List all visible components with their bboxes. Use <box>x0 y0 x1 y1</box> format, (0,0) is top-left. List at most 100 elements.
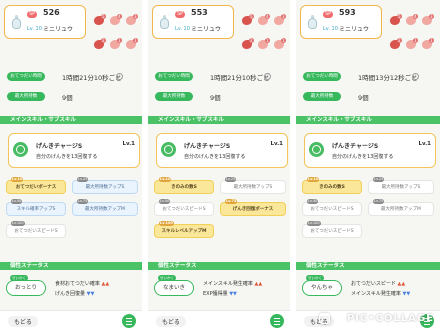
sub-skill-button[interactable]: Lv.10 おてつだいボーナス <box>6 177 66 194</box>
nature-name[interactable]: やんちゃ <box>302 280 342 296</box>
bottom-bar: もどる <box>0 310 142 330</box>
sub-skill-button[interactable]: Lv.50 おてつだいスピードS <box>302 199 362 216</box>
panel-2: SP 553 Lv. 10 ミニリュウ 5 4 3 2 1 1 おてつだい時間 … <box>148 0 290 330</box>
nature-down-line: EXP獲得量 ▼▼ <box>203 291 237 297</box>
ingredient-icon: 1 <box>272 38 286 52</box>
sub-skill-unlock-level: Lv.50 <box>307 199 319 204</box>
info-icon[interactable]: i <box>264 73 271 80</box>
sub-skill-button[interactable]: Lv.25 最大所持数アップS <box>220 177 286 194</box>
sp-value: 553 <box>191 8 208 17</box>
sp-badge: SP <box>323 11 334 18</box>
main-skill-name: げんきチャージS <box>36 143 83 150</box>
max-carry-label: 最大所持数 <box>7 92 45 101</box>
ingredient-icon: 2 <box>388 38 402 52</box>
sub-skill-label: スキル確率アップS <box>16 207 56 212</box>
sub-skill-label: 最大所持数アップS <box>381 185 421 190</box>
main-skill-desc: 自分のげんきを13回復する <box>184 154 246 160</box>
sp-badge: SP <box>175 11 186 18</box>
sub-skill-button[interactable]: Lv.75 げんき回復ボーナス <box>220 199 286 216</box>
menu-icon[interactable] <box>270 314 284 328</box>
sub-skill-button[interactable]: Lv.25 最大所持数アップS <box>368 177 434 194</box>
ingredient-icon: 1 <box>404 38 418 52</box>
main-skill-name: げんきチャージS <box>184 143 231 150</box>
bottom-bar: もどる <box>148 310 290 330</box>
sub-skill-label: おてつだいスピードS <box>162 207 206 212</box>
ingredient-row-bottom: 2 1 1 <box>240 38 288 54</box>
nature-up-line: メインスキル発生確率 ▲▲ <box>203 281 263 287</box>
sub-skill-unlock-level: Lv.10 <box>11 177 24 182</box>
sub-skill-label: スキルレベルアップM <box>161 229 207 234</box>
ingredient-icon: 1 <box>256 38 270 52</box>
info-icon[interactable]: i <box>116 73 123 80</box>
sub-skill-unlock-level: Lv.100 <box>159 221 174 226</box>
sub-skill-button[interactable]: Lv.50 スキル確率アップS <box>6 199 66 216</box>
max-carry-value: 9個 <box>62 94 73 102</box>
sub-skill-unlock-level: Lv.75 <box>225 199 238 204</box>
sub-skill-button[interactable]: Lv.10 きのみの数S <box>302 177 362 194</box>
sub-skill-label: きのみの数S <box>171 185 197 190</box>
pokemon-card[interactable]: SP 526 Lv. 10 ミニリュウ <box>4 5 86 39</box>
sub-skill-unlock-level: Lv.25 <box>373 177 385 182</box>
back-button[interactable]: もどる <box>156 316 186 327</box>
sub-skill-unlock-level: Lv.100 <box>307 221 321 226</box>
sub-skill-label: 最大所持数アップM <box>85 207 125 212</box>
ingredient-row-bottom: 2 1 1 <box>388 38 436 54</box>
section-skills-header: メインスキル・サブスキル <box>0 116 142 124</box>
help-time-value: 1時間21分10秒ごと <box>62 74 122 82</box>
ingredient-icon: 4 <box>256 14 270 28</box>
sub-skill-button[interactable]: Lv.100 おてつだいスピードS <box>302 221 362 238</box>
help-time-label: おてつだい時間 <box>303 72 341 81</box>
main-skill-card[interactable]: げんきチャージS Lv.1 自分のげんきを13回復する <box>304 133 436 168</box>
ingredient-row-top: 5 4 3 <box>240 14 288 30</box>
sub-skill-button[interactable]: Lv.10 きのみの数S <box>154 177 214 194</box>
dratini-icon <box>305 15 319 31</box>
sub-skill-button[interactable]: Lv.25 最大所持数アップS <box>72 177 138 194</box>
sub-skill-unlock-level: Lv.50 <box>159 199 171 204</box>
energy-charge-icon <box>161 142 176 157</box>
sp-value: 593 <box>339 8 356 17</box>
section-skills-header: メインスキル・サブスキル <box>296 116 440 124</box>
sub-skill-label: 最大所持数アップS <box>233 185 273 190</box>
back-button[interactable]: もどる <box>8 316 38 327</box>
nature-name[interactable]: おっとり <box>6 280 46 296</box>
pokemon-card[interactable]: SP 593 Lv. 10 ミニリュウ <box>300 5 382 39</box>
sp-badge: SP <box>27 11 38 18</box>
nature-down-line: げんき回復量 ▼▼ <box>55 291 95 297</box>
sub-skill-button[interactable]: Lv.50 おてつだいスピードS <box>154 199 214 216</box>
nature-down-line: メインスキル発生確率 ▼▼ <box>351 291 411 297</box>
collage-logo-icon <box>319 313 330 324</box>
ingredient-icon: 2 <box>92 38 106 52</box>
nature-name[interactable]: なまいき <box>154 280 194 296</box>
level-label: Lv. 10 <box>27 26 42 32</box>
dratini-icon <box>9 15 23 31</box>
panel-3: SP 593 Lv. 10 ミニリュウ 5 4 3 2 1 1 おてつだい時間 … <box>296 0 440 330</box>
pokemon-card[interactable]: SP 553 Lv. 10 ミニリュウ <box>152 5 234 39</box>
menu-icon[interactable] <box>122 314 136 328</box>
sub-skill-unlock-level: Lv.75 <box>77 199 89 204</box>
info-icon[interactable]: i <box>412 73 419 80</box>
sub-skill-button[interactable]: Lv.75 最大所持数アップM <box>368 199 434 216</box>
main-skill-card[interactable]: げんきチャージS Lv.1 自分のげんきを13回復する <box>156 133 288 168</box>
section-nature-header: 個性ステータス <box>296 262 440 270</box>
ingredient-icon: 4 <box>404 14 418 28</box>
help-time-label: おてつだい時間 <box>155 72 193 81</box>
sub-skill-label: おてつだいスピードS <box>14 229 58 234</box>
main-skill-card[interactable]: げんきチャージS Lv.1 自分のげんきを13回復する <box>8 133 140 168</box>
sub-skill-button[interactable]: Lv.100 スキルレベルアップM <box>154 221 214 238</box>
max-carry-label: 最大所持数 <box>155 92 193 101</box>
main-skill-level: Lv.1 <box>122 141 135 147</box>
sub-skill-label: おてつだいスピードS <box>310 207 354 212</box>
max-carry-label: 最大所持数 <box>303 92 341 101</box>
sub-skill-unlock-level: Lv.100 <box>11 221 25 226</box>
pokemon-name: ミニリュウ <box>339 26 370 33</box>
main-skill-level: Lv.1 <box>418 141 431 147</box>
main-skill-desc: 自分のげんきを13回復する <box>332 154 394 160</box>
sub-skill-button[interactable]: Lv.100 おてつだいスピードS <box>6 221 66 238</box>
sub-skill-button[interactable]: Lv.75 最大所持数アップM <box>72 199 138 216</box>
sub-skill-unlock-level: Lv.25 <box>225 177 237 182</box>
ingredient-icon: 3 <box>420 14 434 28</box>
main-skill-level: Lv.1 <box>270 141 283 147</box>
ingredient-row-bottom: 2 1 1 <box>92 38 140 54</box>
help-time-value: 1時間21分10秒ごと <box>210 74 270 82</box>
ingredient-icon: 1 <box>108 38 122 52</box>
